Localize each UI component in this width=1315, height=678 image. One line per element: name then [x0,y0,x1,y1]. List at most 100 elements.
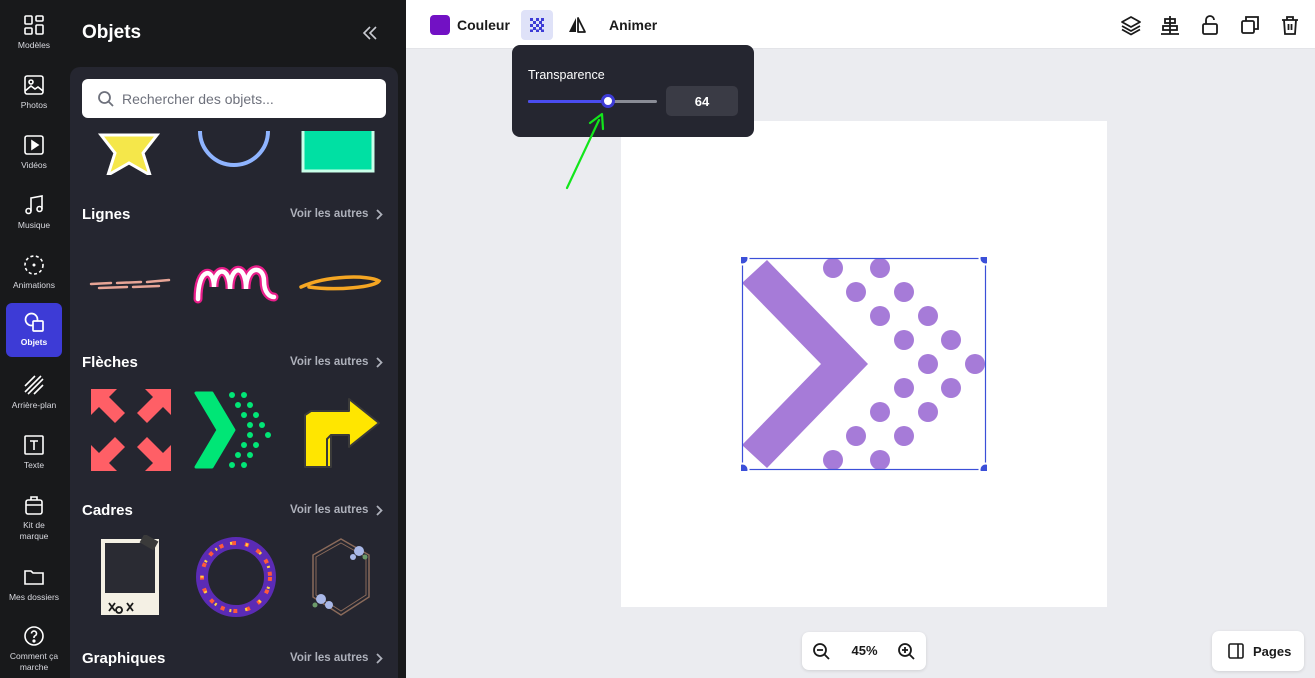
panel-title: Objets [82,22,142,43]
rail-label: Vidéos [21,160,47,170]
rail-label: Arrière-plan [11,400,57,410]
dashed-line-thumb[interactable] [87,237,175,327]
objects-list[interactable]: Lignes Voir les autres Flèches Voir les … [70,67,398,678]
zoom-level[interactable]: 45% [837,643,892,658]
rail-item-folders[interactable]: Mes dossiers [6,558,62,612]
photo-icon [24,75,44,95]
pages-panel-icon [1228,643,1244,659]
animation-icon [24,255,44,275]
transparency-popup: Transparence 64 [512,45,754,137]
see-more-frames-link[interactable]: Voir les autres [290,504,384,516]
flip-button[interactable] [566,10,588,40]
section-title-lines: Lignes [82,206,131,223]
see-more-arrows-link[interactable]: Voir les autres [290,356,384,368]
rail-item-animations[interactable]: Animations [6,246,62,300]
rail-item-videos[interactable]: Vidéos [6,126,62,180]
rail-label: Mes dossiers [8,592,60,602]
rail-label: Photos [20,100,48,110]
layers-icon[interactable] [1120,14,1142,36]
chevron-dots-shape [742,258,985,470]
chevron-right-icon [376,504,384,516]
dotted-chevron-arrow-thumb[interactable] [192,385,280,475]
rail-label: Texte [23,460,45,470]
chevron-right-icon [376,652,384,664]
rail-item-text[interactable]: Texte [6,426,62,480]
wavy-line-thumb[interactable] [192,237,280,327]
search-box[interactable] [82,79,386,118]
background-icon [24,375,44,395]
rail-item-background[interactable]: Arrière-plan [6,366,62,420]
hexagon-floral-frame-thumb[interactable] [297,535,385,619]
zoom-control: 45% [802,632,926,670]
transparency-value-input[interactable]: 64 [666,86,738,116]
see-more-label: Voir les autres [290,652,369,664]
templates-icon [24,15,44,35]
chevron-right-icon [376,356,384,368]
polaroid-frame-thumb[interactable] [87,535,175,619]
rail-item-music[interactable]: Musique [6,186,62,240]
rail-item-photos[interactable]: Photos [6,66,62,120]
see-more-graphics-link[interactable]: Voir les autres [290,652,384,664]
rail-label: Musique [17,220,51,230]
star-shape-thumb[interactable] [87,131,171,175]
transparency-icon [530,18,544,32]
slider-thumb[interactable] [600,94,615,108]
zoom-out-icon[interactable] [812,642,831,661]
rail-label: Objets [20,337,48,347]
editor-toolbar: Couleur Animer [406,0,1315,49]
collapse-panel-icon[interactable] [360,24,380,42]
align-icon[interactable] [1159,14,1181,36]
section-title-graphics: Graphiques [82,650,166,667]
folder-icon [24,570,44,585]
zoom-in-icon[interactable] [897,642,916,661]
color-label: Couleur [457,17,510,33]
duplicate-icon[interactable] [1239,14,1261,36]
trash-icon[interactable] [1279,14,1301,36]
help-icon [24,626,44,646]
rail-item-objects[interactable]: Objets [6,303,62,357]
objects-panel: Objets Lignes Voir les autres [70,0,406,678]
rail-label: Kit de marque [19,520,49,541]
search-input[interactable] [122,79,377,118]
animate-button[interactable]: Animer [609,10,657,40]
swoosh-line-thumb[interactable] [297,237,385,327]
rail-item-brand-kit[interactable]: Kit de marque [6,486,62,546]
rail-label: Modèles [17,40,51,50]
rectangle-thumb[interactable] [297,131,381,175]
search-icon [98,91,114,107]
brand-kit-icon [25,496,43,515]
circle-outline-thumb[interactable] [192,131,276,175]
objects-icon [24,312,44,332]
four-arrows-thumb[interactable] [87,385,175,475]
unlock-icon[interactable] [1199,14,1221,36]
transparency-label: Transparence [528,68,605,82]
yellow-3d-arrow-thumb[interactable] [297,385,385,475]
video-icon [24,135,44,155]
color-button[interactable]: Couleur [430,10,510,40]
text-icon [24,435,44,455]
rail-item-templates[interactable]: Modèles [6,6,62,60]
see-more-label: Voir les autres [290,504,369,516]
selected-element[interactable] [741,257,987,471]
see-more-label: Voir les autres [290,356,369,368]
see-more-label: Voir les autres [290,208,369,220]
chevron-right-icon [376,208,384,220]
see-more-lines-link[interactable]: Voir les autres [290,208,384,220]
slider-fill [528,100,608,103]
section-title-frames: Cadres [82,502,133,519]
rail-item-help[interactable]: Comment ça marche [6,617,62,677]
rail-label: Comment ça marche [9,651,59,672]
annotation-arrow [565,112,605,190]
flip-icon [569,17,586,33]
music-icon [25,195,43,215]
transparency-slider[interactable] [528,94,657,108]
animate-label: Animer [609,17,658,33]
floral-circle-frame-thumb[interactable] [192,535,280,619]
side-rail: Modèles Photos Vidéos Musique Animations… [0,0,70,678]
rail-label: Animations [12,280,56,290]
transparency-button[interactable] [521,10,553,40]
color-swatch [430,15,450,35]
pages-button[interactable]: Pages [1212,631,1304,671]
section-title-arrows: Flèches [82,354,138,371]
pages-label: Pages [1253,643,1292,659]
